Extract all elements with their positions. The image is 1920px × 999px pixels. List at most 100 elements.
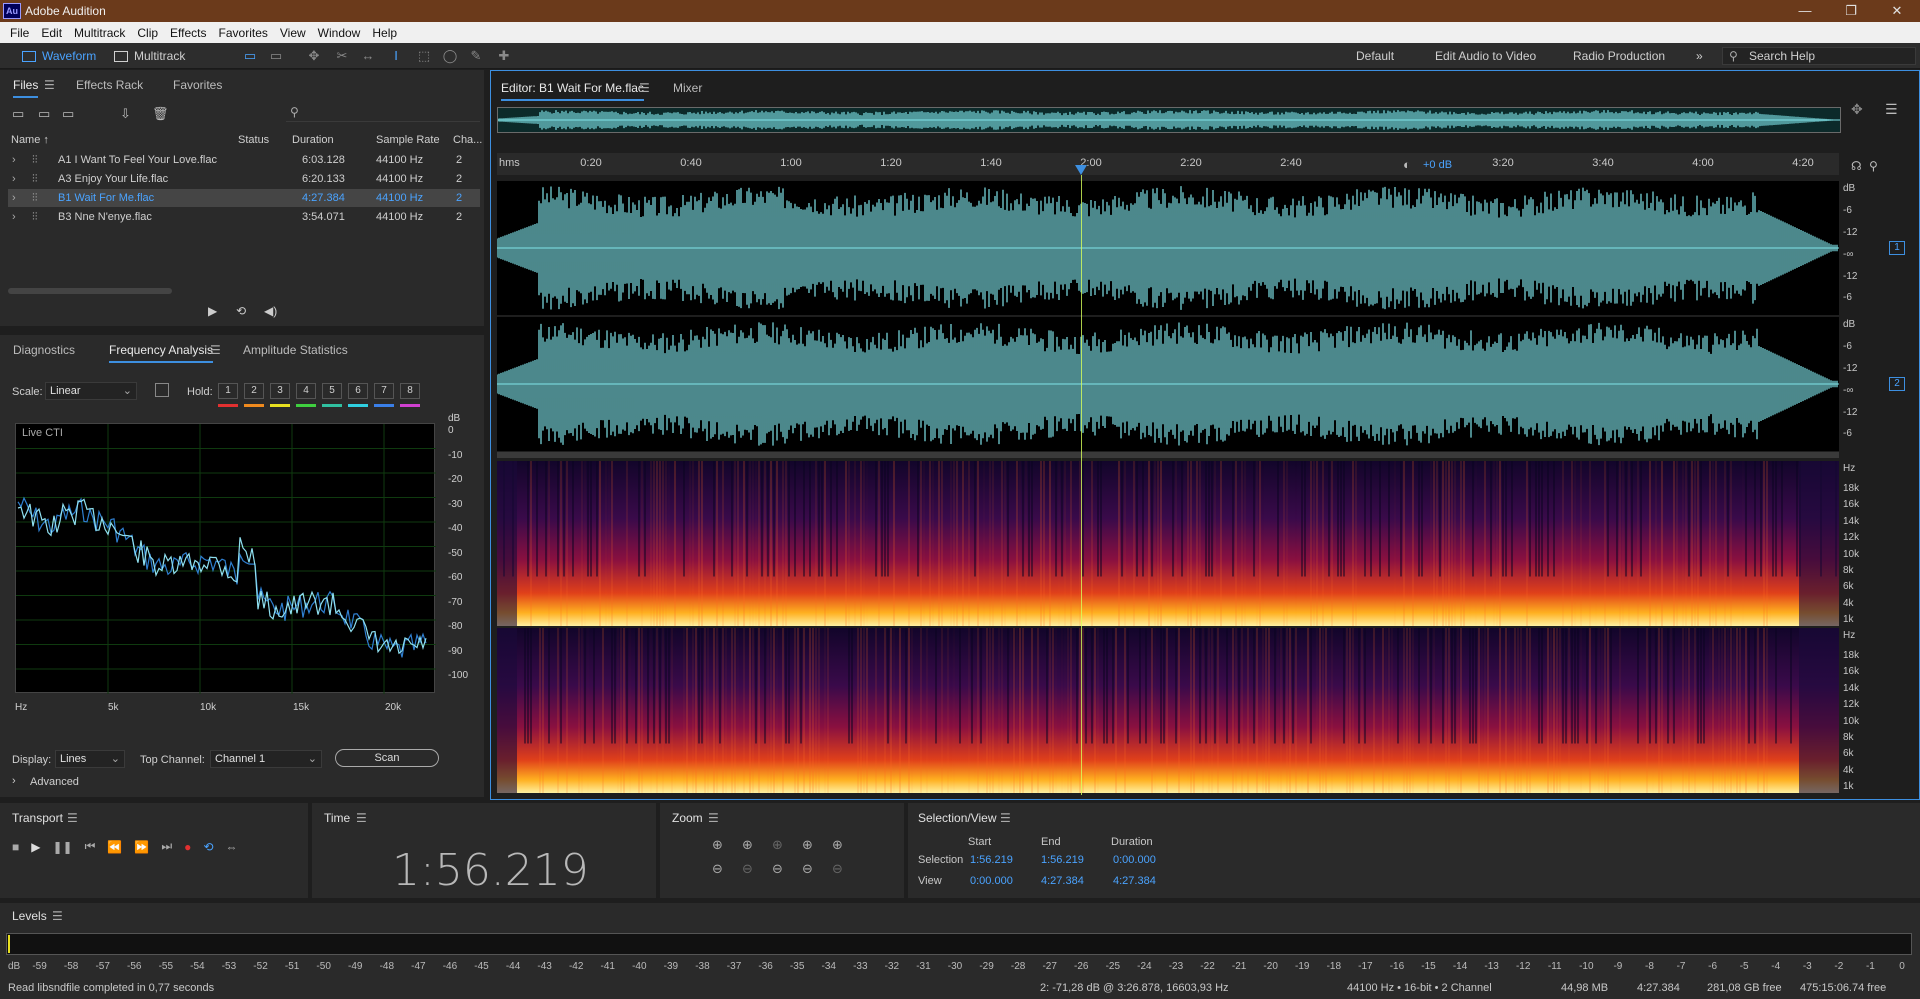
slip-tool-icon[interactable]: ↔ [360, 48, 376, 64]
channel-2-badge[interactable]: 2 [1889, 377, 1905, 391]
menu-edit[interactable]: Edit [35, 26, 68, 40]
view-end-value[interactable]: 4:27.384 [1041, 875, 1084, 887]
fast-forward-icon[interactable]: ⏩ [134, 840, 149, 854]
selection-end-value[interactable]: 1:56.219 [1041, 854, 1084, 866]
preview-play-icon[interactable]: ▶ [208, 304, 217, 318]
restore-button[interactable]: ❐ [1828, 0, 1874, 22]
hud-knob-icon[interactable]: ◐ [1403, 157, 1411, 172]
razor-tool-icon[interactable]: ✂ [334, 48, 350, 64]
editor-menu-icon[interactable]: ☰ [639, 81, 650, 95]
waveform-channel-1[interactable] [496, 181, 1839, 315]
search-help-input[interactable]: ⚲ Search Help [1722, 47, 1916, 65]
go-to-end-icon[interactable]: ⏭ [161, 839, 172, 854]
menu-favorites[interactable]: Favorites [213, 26, 274, 40]
pause-icon[interactable]: ❚❚ [52, 840, 72, 854]
spectral-pitch-icon[interactable]: ▭ [268, 48, 284, 64]
preview-loop-icon[interactable]: ⟲ [236, 304, 246, 318]
file-row[interactable]: › ⫶⫶ B3 Nne N'enye.flac 3:54.071 44100 Hz 2 [8, 208, 480, 226]
loop-icon[interactable]: ⟲ [203, 840, 213, 854]
files-menu-icon[interactable]: ☰ [44, 78, 55, 92]
file-row[interactable]: › ⫶⫶ A1 I Want To Feel Your Love.flac 6:03.… [8, 151, 480, 169]
zoom-reset-icon[interactable]: ✥ [1851, 101, 1863, 118]
playhead[interactable] [1081, 175, 1082, 795]
hold-button-7[interactable]: 7 [374, 383, 394, 399]
spot-healing-tool-icon[interactable]: ✚ [496, 48, 512, 64]
levels-menu-icon[interactable]: ☰ [52, 909, 63, 923]
multitrack-view-button[interactable]: Multitrack [114, 46, 185, 66]
stop-icon[interactable]: ■ [12, 840, 19, 854]
advanced-chevron-icon[interactable]: › [12, 775, 16, 787]
menu-effects[interactable]: Effects [164, 26, 212, 40]
menu-multitrack[interactable]: Multitrack [68, 26, 131, 40]
close-button[interactable]: ✕ [1874, 0, 1920, 22]
go-to-start-icon[interactable]: ⏮ [85, 839, 96, 854]
waveform-view-button[interactable]: Waveform [22, 46, 96, 66]
selection-start-value[interactable]: 1:56.219 [970, 854, 1013, 866]
col-channels[interactable]: Cha... [453, 134, 482, 146]
trash-icon[interactable]: 🗑 [152, 106, 169, 122]
tab-files[interactable]: Files [13, 78, 39, 98]
skip-selection-icon[interactable]: ⇔ [225, 840, 237, 854]
scan-button[interactable]: Scan [335, 749, 439, 767]
tab-amplitude-statistics[interactable]: Amplitude Statistics [243, 343, 348, 357]
zoom-in-amplitude-icon[interactable]: ⊕ [712, 837, 742, 853]
time-ruler[interactable]: hms 0:20 0:40 1:00 1:20 1:40 2:00 2:20 2:40 3:20 3… [497, 153, 1839, 175]
menu-clip[interactable]: Clip [131, 26, 164, 40]
workspace-edit-audio-to-video[interactable]: Edit Audio to Video [1435, 49, 1536, 63]
insert-multitrack-icon[interactable]: ⇩ [120, 106, 131, 122]
time-display[interactable]: 1:56.219 [392, 845, 589, 896]
zoom-out-fit-icon[interactable]: ⊖ [802, 861, 832, 877]
tab-diagnostics[interactable]: Diagnostics [13, 343, 75, 357]
headphones-icon[interactable]: ☊ [1851, 159, 1862, 173]
channel-1-badge[interactable]: 1 [1889, 241, 1905, 255]
menu-help[interactable]: Help [366, 26, 403, 40]
view-start-value[interactable]: 0:00.000 [970, 875, 1013, 887]
hold-button-1[interactable]: 1 [218, 383, 238, 399]
zoom-in-time-icon[interactable]: ⊕ [742, 837, 772, 853]
menu-window[interactable]: Window [312, 26, 367, 40]
row-expand-chevron-icon[interactable]: › [12, 173, 16, 185]
tab-mixer[interactable]: Mixer [673, 81, 702, 95]
display-select[interactable]: Lines ⌄ [55, 750, 125, 768]
row-expand-chevron-icon[interactable]: › [12, 211, 16, 223]
open-file-icon[interactable]: ▭ [12, 106, 24, 122]
file-row[interactable]: › ⫶⫶ A3 Enjoy Your Life.flac 6:20.133 44100 … [8, 170, 480, 188]
hold-toggle-icon[interactable] [155, 383, 169, 397]
record-icon[interactable]: ● [184, 840, 191, 854]
tab-frequency-analysis[interactable]: Frequency Analysis [109, 343, 214, 363]
menu-view[interactable]: View [274, 26, 312, 40]
zoom-in-at-start-icon[interactable]: ⊕ [802, 837, 832, 853]
minimize-button[interactable]: — [1782, 0, 1828, 22]
menu-file[interactable]: File [4, 26, 35, 40]
panel-divider[interactable] [497, 452, 1839, 458]
marquee-tool-icon[interactable]: ⬚ [416, 48, 432, 64]
preview-volume-icon[interactable]: ◀) [264, 304, 277, 318]
editor-options-icon[interactable]: ☰ [1885, 101, 1898, 118]
top-channel-select[interactable]: Channel 1 ⌄ [210, 750, 322, 768]
tab-favorites[interactable]: Favorites [173, 78, 222, 92]
import-file-icon[interactable]: ▭ [38, 106, 50, 122]
hold-button-3[interactable]: 3 [270, 383, 290, 399]
files-scrollbar[interactable] [8, 288, 172, 294]
lasso-tool-icon[interactable]: ◯ [442, 48, 458, 64]
col-duration[interactable]: Duration [292, 134, 334, 146]
spectrogram-channel-1[interactable] [497, 461, 1839, 626]
selection-duration-value[interactable]: 0:00.000 [1113, 854, 1156, 866]
hold-button-6[interactable]: 6 [348, 383, 368, 399]
zoom-in-at-end-icon[interactable]: ⊕ [832, 837, 862, 853]
workspace-default[interactable]: Default [1356, 49, 1394, 63]
scale-select[interactable]: Linear ⌄ [45, 382, 137, 400]
hold-button-2[interactable]: 2 [244, 383, 264, 399]
advanced-toggle[interactable]: Advanced [30, 776, 79, 788]
pin-icon[interactable]: ⚲ [1869, 159, 1878, 173]
selection-view-menu-icon[interactable]: ☰ [1000, 811, 1011, 825]
transport-menu-icon[interactable]: ☰ [67, 811, 78, 825]
tab-editor[interactable]: Editor: B1 Wait For Me.flac [501, 81, 644, 101]
hold-button-4[interactable]: 4 [296, 383, 316, 399]
col-name[interactable]: Name ↑ [11, 134, 49, 146]
time-selection-tool-icon[interactable]: I [388, 48, 404, 64]
brush-tool-icon[interactable]: ✎ [468, 48, 484, 64]
file-row[interactable]: › ⫶⫶ B1 Wait For Me.flac 4:27.384 44100 Hz 2 [8, 189, 480, 207]
col-sample-rate[interactable]: Sample Rate [376, 134, 440, 146]
more-workspaces-icon[interactable]: » [1696, 49, 1703, 63]
